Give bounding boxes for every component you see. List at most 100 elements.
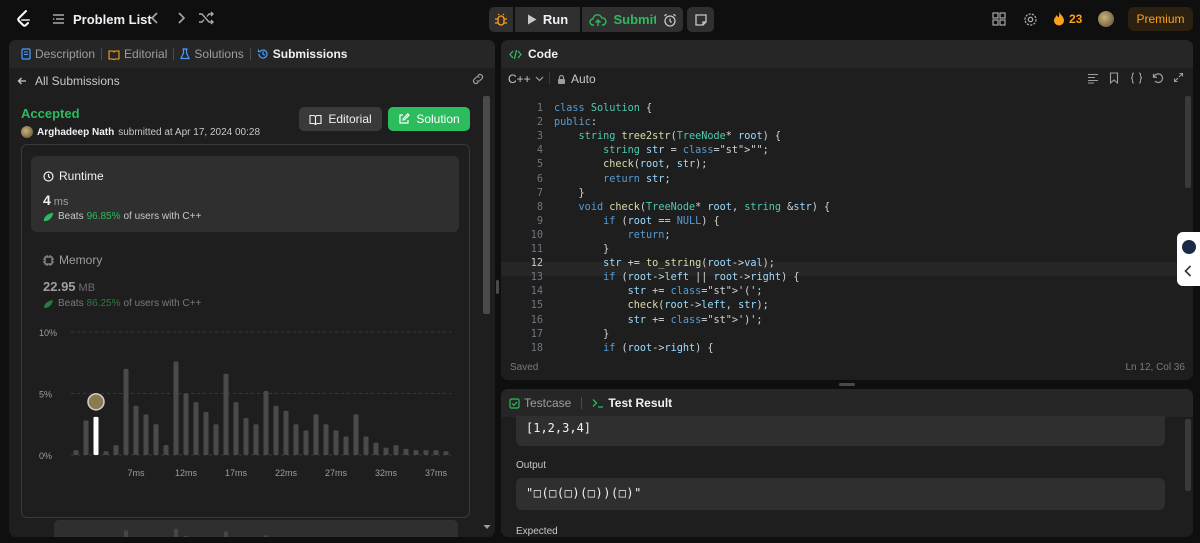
- problem-list-nav[interactable]: Problem List: [52, 10, 152, 28]
- runtime-beats-row: Beats 96.85% of users with C++: [43, 211, 201, 222]
- scroll-down-arrow-icon[interactable]: [483, 524, 491, 530]
- run-button[interactable]: Run: [515, 7, 580, 32]
- chart-bar: [283, 410, 289, 455]
- code-line[interactable]: public:: [554, 116, 597, 130]
- code-line[interactable]: if (root->right) {: [554, 342, 713, 356]
- code-line[interactable]: class Solution {: [554, 102, 652, 116]
- test-panel-scrollbar[interactable]: [1185, 419, 1191, 491]
- settings-gear-icon[interactable]: [1023, 12, 1038, 27]
- format-lines-icon[interactable]: [1087, 73, 1099, 84]
- chart-bar: [113, 445, 119, 455]
- chevron-right-icon[interactable]: [176, 11, 186, 25]
- tab-testcase[interactable]: Testcase: [509, 396, 571, 410]
- leetcode-logo[interactable]: [14, 9, 34, 29]
- chart-bar: [243, 418, 249, 455]
- tab-test-result[interactable]: Test Result: [592, 396, 672, 410]
- runtime-distribution-chart[interactable]: 10%5%0%7ms12ms17ms22ms27ms32ms37ms7ms12m…: [9, 320, 479, 537]
- memory-unit: MB: [78, 282, 96, 294]
- code-line[interactable]: str += class="st">')';: [554, 314, 763, 328]
- shuffle-icon[interactable]: [198, 11, 214, 25]
- editorial-button[interactable]: Editorial: [299, 107, 382, 131]
- code-line[interactable]: string str = class="st">"";: [554, 144, 769, 158]
- line-number: 2: [536, 117, 543, 129]
- x-tick-label: 7ms: [127, 468, 145, 478]
- notes-button[interactable]: [687, 7, 714, 32]
- author-name[interactable]: Arghadeep Nath: [37, 127, 114, 138]
- memory-chip-icon: [43, 254, 54, 266]
- reset-icon[interactable]: [1152, 72, 1164, 84]
- code-line[interactable]: check(root->left, str);: [554, 299, 769, 313]
- output-value: "□(□(□)(□))(□)": [526, 486, 642, 500]
- memory-value: 22.95: [43, 279, 76, 294]
- leaf-icon: [43, 212, 54, 221]
- curly-braces-icon[interactable]: [1130, 72, 1143, 84]
- line-number: 14: [530, 286, 543, 298]
- all-submissions-link[interactable]: All Submissions: [9, 70, 495, 92]
- book-open-icon: [309, 114, 322, 125]
- output-value-box: "□(□(□)(□))(□)": [516, 478, 1165, 510]
- code-panel-header: Code: [501, 40, 1193, 68]
- arrow-left-icon: [17, 77, 26, 85]
- submit-button[interactable]: Submit: [582, 7, 665, 32]
- chart-bar: [203, 411, 209, 455]
- debug-button[interactable]: [489, 7, 513, 32]
- checkbox-icon: [509, 397, 520, 409]
- clock-icon: [43, 170, 54, 182]
- submission-author-line: Arghadeep Nath submitted at Apr 17, 2024…: [21, 126, 260, 138]
- tab-editorial[interactable]: Editorial: [108, 47, 167, 61]
- streak-counter[interactable]: 23: [1053, 11, 1082, 26]
- runtime-card[interactable]: Runtime 4 ms Beats 96.85% of users with C…: [31, 156, 459, 232]
- auto-mode-toggle[interactable]: Auto: [557, 72, 596, 86]
- memory-beats-row: Beats 86.25% of users with C++: [43, 298, 201, 309]
- left-panel-scrollbar[interactable]: [483, 96, 490, 314]
- solution-button[interactable]: Solution: [388, 107, 470, 131]
- code-line[interactable]: return;: [554, 229, 671, 243]
- chevron-left-icon[interactable]: [150, 11, 160, 25]
- code-line[interactable]: string tree2str(TreeNode* root) {: [554, 130, 781, 144]
- code-line[interactable]: check(root, str);: [554, 158, 707, 172]
- tab-divider: [249, 48, 251, 60]
- side-extension-widget[interactable]: [1177, 232, 1200, 286]
- extension-icon[interactable]: [1182, 240, 1196, 254]
- code-line[interactable]: }: [554, 328, 609, 342]
- tab-solutions[interactable]: Solutions: [180, 47, 244, 61]
- user-avatar[interactable]: [1098, 11, 1114, 27]
- timer-button[interactable]: [656, 7, 683, 32]
- tab-description[interactable]: Description: [21, 47, 95, 61]
- code-scrollbar[interactable]: [1185, 96, 1191, 188]
- chart-bar: [413, 450, 419, 455]
- expand-icon[interactable]: [1173, 72, 1184, 83]
- memory-title-row[interactable]: Memory: [43, 253, 102, 267]
- chart-bar: [133, 405, 139, 455]
- input-value: [1,2,3,4]: [526, 421, 592, 435]
- tab-submissions[interactable]: Submissions: [257, 47, 347, 61]
- chart-bar: [383, 447, 389, 455]
- tab-divider: [101, 48, 103, 60]
- code-line[interactable]: }: [554, 187, 585, 201]
- code-line[interactable]: return str;: [554, 173, 671, 187]
- bookmark-icon[interactable]: [1109, 72, 1119, 84]
- runtime-title-row: Runtime: [43, 169, 104, 183]
- collapse-chevron-icon[interactable]: [1184, 265, 1192, 277]
- share-link-icon[interactable]: [471, 73, 485, 85]
- history-icon: [257, 49, 268, 59]
- code-line[interactable]: void check(TreeNode* root, string &str) …: [554, 201, 831, 215]
- chart-bar: [153, 424, 159, 455]
- memory-beats-suffix: of users with C++: [123, 298, 202, 309]
- chart-bar: [373, 442, 379, 455]
- language-label: C++: [508, 72, 531, 86]
- overview-brush: [54, 520, 458, 537]
- language-selector[interactable]: C++: [508, 72, 544, 86]
- chart-bar: [263, 391, 269, 455]
- vertical-resize-handle[interactable]: [496, 280, 499, 294]
- line-number: 7: [536, 187, 543, 199]
- play-icon: [527, 14, 537, 25]
- layout-grid-icon[interactable]: [992, 12, 1006, 26]
- author-avatar[interactable]: [21, 126, 33, 138]
- bug-icon: [495, 13, 507, 26]
- code-line[interactable]: }: [554, 243, 609, 257]
- code-line[interactable]: if (root == NULL) {: [554, 215, 720, 229]
- code-line[interactable]: str += class="st">'(';: [554, 285, 763, 299]
- horizontal-resize-handle[interactable]: [839, 383, 855, 386]
- premium-button[interactable]: Premium: [1128, 7, 1193, 31]
